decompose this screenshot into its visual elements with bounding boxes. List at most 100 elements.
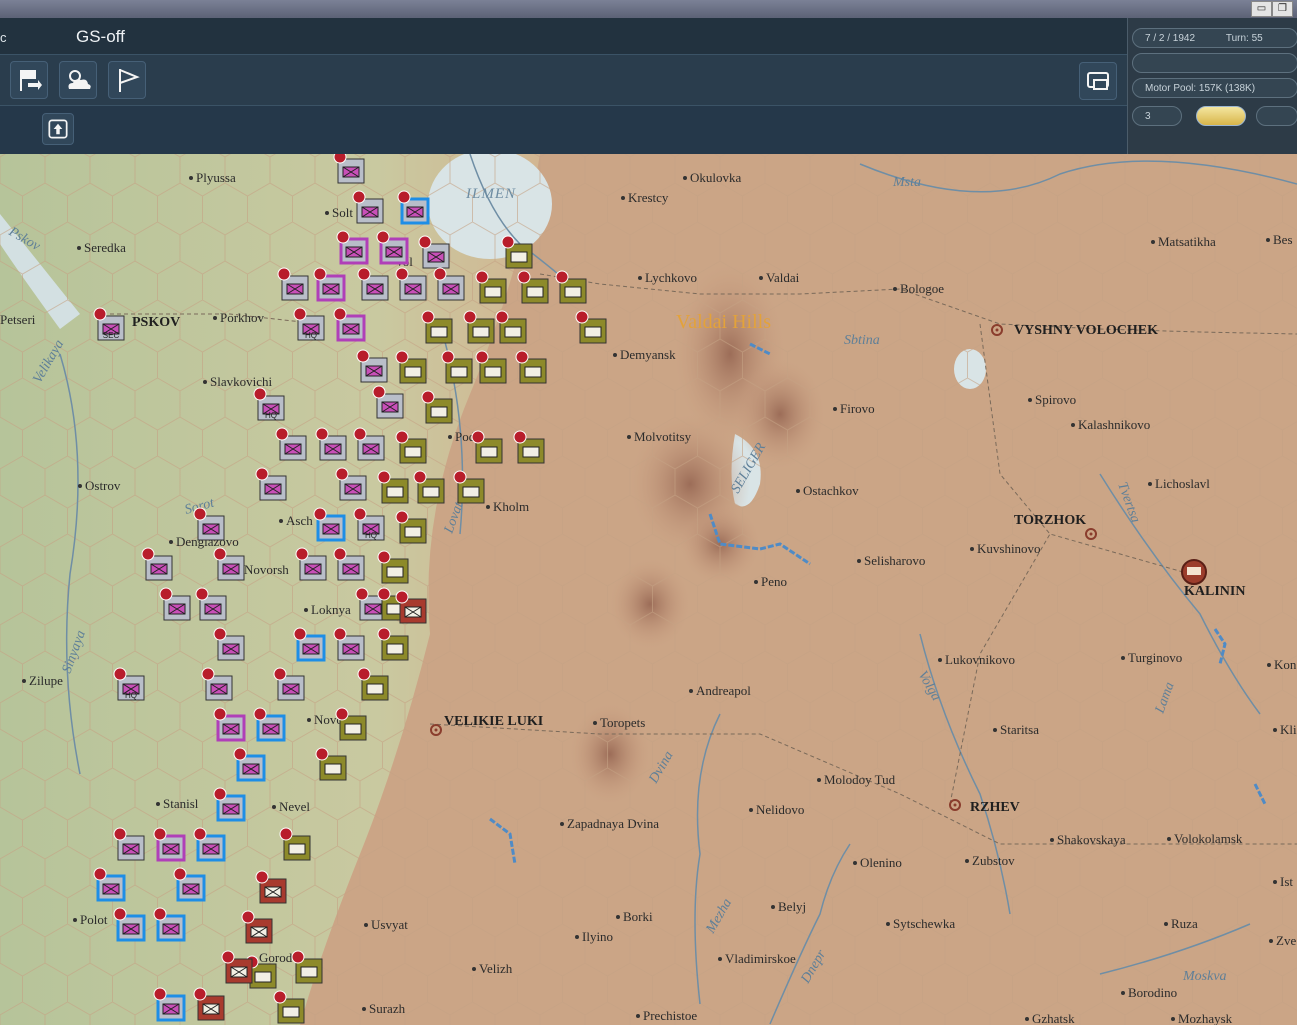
place-label: Lukovnikovo xyxy=(945,652,1015,667)
town-dot xyxy=(272,805,276,809)
place-label: Zubstov xyxy=(972,853,1015,868)
town-dot xyxy=(304,608,308,612)
town-dot xyxy=(621,196,625,200)
raise-button[interactable] xyxy=(42,113,74,145)
place-label: Kuvshinovo xyxy=(977,541,1041,556)
window-titlebar xyxy=(0,0,1297,18)
unit-label: HQ xyxy=(265,411,277,420)
town-dot xyxy=(189,176,193,180)
place-label: Molvotitsy xyxy=(634,429,692,444)
town-dot xyxy=(754,580,758,584)
map-view-button[interactable] xyxy=(1079,62,1117,100)
factory-kalinin-icon[interactable] xyxy=(1181,559,1207,585)
town-dot xyxy=(22,679,26,683)
place-label: Zapadnaya Dvina xyxy=(567,816,659,831)
window-controls: ▭ ❐ xyxy=(1251,1,1293,17)
place-label: Matsatikha xyxy=(1158,234,1216,249)
town-dot xyxy=(683,176,687,180)
town-dot xyxy=(575,935,579,939)
town-dot xyxy=(627,435,631,439)
restore-button[interactable]: ❐ xyxy=(1272,1,1293,17)
town-dot xyxy=(472,967,476,971)
place-label: VYSHNY VOLOCHEK xyxy=(1014,323,1158,338)
town-dot xyxy=(689,689,693,693)
place-label: Demyansk xyxy=(620,347,676,362)
town-dot xyxy=(593,721,597,725)
unit-label: HQ xyxy=(305,331,317,340)
place-label: Slavkovichi xyxy=(210,374,272,389)
place-label: Andreapol xyxy=(696,683,751,698)
place-label: Gzhatsk xyxy=(1032,1011,1075,1025)
place-label: Ruza xyxy=(1171,916,1198,931)
town-dot xyxy=(1167,837,1171,841)
place-label: TORZHOK xyxy=(1014,513,1086,528)
place-label: Vladimirskoe xyxy=(725,951,796,966)
date-turn-display: 7 / 2 / 1942 Turn: 55 xyxy=(1132,28,1297,48)
place-label: Volokolamsk xyxy=(1174,831,1243,846)
place-label: Seredka xyxy=(84,240,126,255)
place-label: Msta xyxy=(892,175,921,190)
town-dot xyxy=(938,658,942,662)
display-icon xyxy=(1087,72,1109,90)
place-label: Borki xyxy=(623,909,653,924)
town-dot xyxy=(718,957,722,961)
town-dot xyxy=(1121,991,1125,995)
place-label: Selisharovo xyxy=(864,553,925,568)
town-dot xyxy=(1121,656,1125,660)
place-label: Polot xyxy=(80,912,108,927)
end-turn-icon xyxy=(20,70,42,91)
place-label: PSKOV xyxy=(132,315,180,330)
town-dot xyxy=(759,276,763,280)
minimize-button[interactable]: ▭ xyxy=(1251,1,1272,17)
place-label: Nevel xyxy=(279,799,310,814)
map-canvas[interactable]: Plyussa Okulovka Msta Krestcy Seredka Matsati… xyxy=(0,154,1297,1025)
place-label: Krestcy xyxy=(628,190,669,205)
place-label: Molodoy Tud xyxy=(824,772,896,787)
place-label: Valdai xyxy=(766,270,800,285)
place-label: Gorod xyxy=(259,950,293,965)
town-dot xyxy=(1266,238,1270,242)
town-dot xyxy=(893,287,897,291)
place-label: Kon xyxy=(1274,657,1297,672)
place-label: Shakovskaya xyxy=(1057,832,1126,847)
edge-text: c xyxy=(0,30,7,45)
town-dot xyxy=(362,1007,366,1011)
flag-button[interactable] xyxy=(108,61,146,99)
place-label: Sytschewka xyxy=(893,916,955,931)
town-dot xyxy=(965,859,969,863)
water-label: ILMEN xyxy=(465,186,516,202)
place-label: Velizh xyxy=(479,961,513,976)
end-turn-button[interactable] xyxy=(10,61,48,99)
town-dot xyxy=(771,905,775,909)
extra-pill[interactable] xyxy=(1256,106,1297,126)
place-label: Porkhov xyxy=(220,310,265,325)
place-label: Turginovo xyxy=(1128,650,1182,665)
town-dot xyxy=(1071,423,1075,427)
place-label: Sbtina xyxy=(844,333,880,348)
town-dot xyxy=(1151,240,1155,244)
weather-button[interactable] xyxy=(59,61,97,99)
place-label: Stanisl xyxy=(163,796,199,811)
flag-icon xyxy=(119,69,140,92)
turn-value: Turn: 55 xyxy=(1225,33,1263,44)
game-map[interactable]: Plyussa Okulovka Msta Krestcy Seredka Matsati… xyxy=(0,154,1297,1025)
place-label: Staritsa xyxy=(1000,722,1039,737)
place-label: Surazh xyxy=(369,1001,406,1016)
town-dot xyxy=(1028,398,1032,402)
place-label: Nelidovo xyxy=(756,802,804,817)
unit-label: SEC xyxy=(103,331,120,340)
town-dot xyxy=(853,861,857,865)
tool-row xyxy=(0,55,1127,106)
place-label: Valdai Hills xyxy=(676,311,771,333)
town-dot xyxy=(560,822,564,826)
motor-pool-display: Motor Pool: 157K (138K) xyxy=(1132,78,1297,98)
town-dot xyxy=(156,802,160,806)
town-dot xyxy=(817,778,821,782)
town-dot xyxy=(1273,728,1277,732)
town-dot xyxy=(1050,838,1054,842)
place-label: Toropets xyxy=(600,715,645,730)
place-label: KALININ xyxy=(1184,584,1245,599)
town-dot xyxy=(993,728,997,732)
weather-indicator[interactable] xyxy=(1196,106,1246,126)
number-field[interactable]: 3 xyxy=(1132,106,1182,126)
